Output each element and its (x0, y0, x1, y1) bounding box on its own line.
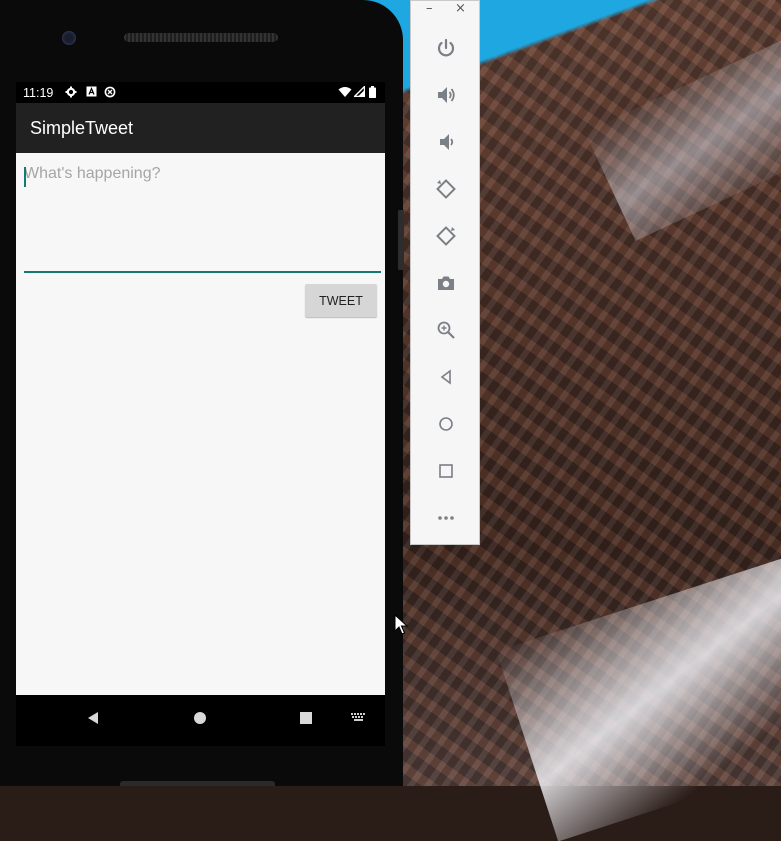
compose-screen: TWEET (16, 153, 385, 695)
status-time: 11:19 (23, 86, 54, 100)
rotate-right-icon[interactable] (433, 223, 459, 249)
recents-icon[interactable] (286, 695, 326, 740)
phone-screen: 11:19 SimpleTweet TWEET (16, 82, 385, 746)
gear-icon (65, 86, 77, 98)
bottom-speaker (120, 781, 275, 786)
back-icon[interactable] (433, 364, 459, 390)
text-cursor (24, 167, 26, 187)
home-icon[interactable] (180, 695, 220, 740)
close-button[interactable]: × (455, 1, 466, 16)
status-bar: 11:19 (16, 82, 385, 103)
phone-side-button (398, 210, 404, 270)
camera-icon[interactable] (433, 270, 459, 296)
home-icon[interactable] (433, 411, 459, 437)
zoom-icon[interactable] (433, 317, 459, 343)
overview-icon[interactable] (433, 458, 459, 484)
signal-icon (352, 84, 365, 98)
volume-up-icon[interactable] (433, 82, 459, 108)
mouse-pointer-icon (394, 614, 408, 635)
sync-icon (104, 86, 116, 98)
compose-tweet-input[interactable] (24, 161, 381, 273)
back-icon[interactable] (73, 695, 113, 740)
rotate-left-icon[interactable] (433, 176, 459, 202)
power-icon[interactable] (433, 35, 459, 61)
emulator-toolbar: – × (410, 0, 480, 545)
more-icon[interactable] (433, 505, 459, 531)
battery-icon (368, 86, 376, 98)
earpiece-speaker (124, 33, 278, 42)
navigation-bar (16, 695, 385, 746)
front-camera (62, 31, 76, 45)
wifi-icon (338, 86, 352, 98)
a-box-icon (85, 86, 97, 98)
tweet-button[interactable]: TWEET (305, 284, 377, 317)
app-title: SimpleTweet (30, 118, 134, 138)
minimize-button[interactable]: – (426, 1, 433, 16)
keyboard-icon[interactable] (339, 695, 379, 740)
app-bar: SimpleTweet (16, 103, 385, 153)
volume-down-icon[interactable] (433, 129, 459, 155)
